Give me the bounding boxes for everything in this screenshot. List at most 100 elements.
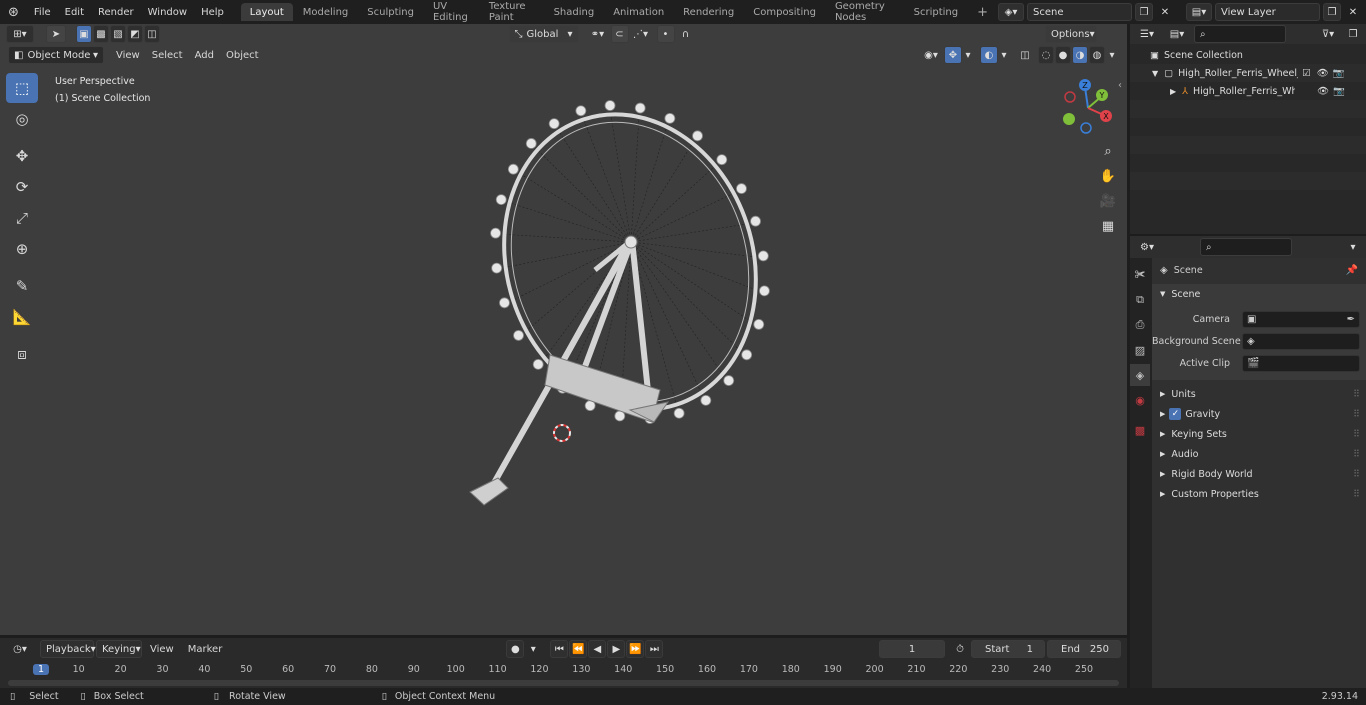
select-mode-icon[interactable]: ➤ bbox=[46, 25, 66, 43]
3d-cursor-icon[interactable] bbox=[550, 421, 574, 445]
timeline-scrollbar[interactable] bbox=[8, 680, 1119, 686]
next-keyframe-icon[interactable]: ⏩ bbox=[626, 640, 645, 658]
tab-compositing[interactable]: Compositing bbox=[744, 3, 825, 21]
new-collection-icon[interactable]: ❐ bbox=[1344, 25, 1362, 43]
menu-object[interactable]: Object bbox=[220, 46, 265, 64]
select-extend-icon[interactable]: ▩ bbox=[93, 25, 109, 43]
view-layer-field[interactable]: View Layer bbox=[1215, 3, 1320, 21]
select-subtract-icon[interactable]: ▧ bbox=[110, 25, 126, 43]
scene-panel-header[interactable]: ▼ Scene bbox=[1152, 284, 1366, 304]
tab-geometry-nodes[interactable]: Geometry Nodes bbox=[826, 1, 904, 23]
transform-tool-icon[interactable]: ⊕ bbox=[6, 234, 38, 264]
camera-icon[interactable]: 📷 bbox=[1333, 86, 1345, 97]
drag-handle-icon[interactable]: ⠿ bbox=[1353, 429, 1360, 440]
visibility-icon[interactable]: ◉▾ bbox=[918, 46, 944, 64]
output-tab-icon[interactable]: ⎙ bbox=[1130, 314, 1150, 336]
expand-arrow-icon[interactable]: ▶ bbox=[1170, 87, 1176, 96]
end-frame-field[interactable]: End 250 bbox=[1047, 640, 1121, 658]
menu-window[interactable]: Window bbox=[141, 0, 194, 24]
menu-render[interactable]: Render bbox=[91, 0, 141, 24]
add-cube-tool-icon[interactable]: ⧈ bbox=[6, 339, 38, 369]
tab-shading[interactable]: Shading bbox=[545, 3, 604, 21]
tab-rendering[interactable]: Rendering bbox=[674, 3, 743, 21]
editor-type-button[interactable]: ⊞▾ bbox=[6, 25, 34, 43]
new-view-layer-icon[interactable]: ❐ bbox=[1323, 3, 1341, 21]
outliner-item[interactable]: ▼ ▢ High_Roller_Ferris_Wheel_002 ☑ 👁 📷 bbox=[1130, 64, 1366, 82]
world-tab-icon[interactable]: ◉ bbox=[1130, 389, 1150, 411]
blender-logo-icon[interactable]: ⊛ bbox=[0, 0, 27, 24]
record-icon[interactable]: ● bbox=[506, 640, 525, 658]
menu-view[interactable]: View bbox=[110, 46, 146, 64]
new-scene-icon[interactable]: ❐ bbox=[1135, 3, 1153, 21]
record-options-icon[interactable]: ▾ bbox=[526, 640, 540, 658]
display-mode-button[interactable]: ▤▾ bbox=[1164, 25, 1190, 43]
delete-view-layer-icon[interactable]: ✕ bbox=[1344, 3, 1362, 21]
stopwatch-icon[interactable]: ⏱ bbox=[951, 640, 969, 658]
units-panel-header[interactable]: ▶ Units ⠿ bbox=[1152, 384, 1366, 404]
ortho-grid-icon[interactable]: ▦ bbox=[1097, 215, 1119, 237]
move-tool-icon[interactable]: ✥ bbox=[6, 141, 38, 171]
menu-help[interactable]: Help bbox=[194, 0, 231, 24]
options-dropdown[interactable]: Options ▾ bbox=[1045, 25, 1097, 43]
outliner-item[interactable]: ▶ ⅄ High_Roller_Ferris_Whee 👁 📷 bbox=[1130, 82, 1366, 100]
menu-select[interactable]: Select bbox=[146, 46, 189, 64]
tab-scripting[interactable]: Scripting bbox=[905, 3, 967, 21]
add-workspace-button[interactable]: + bbox=[968, 3, 997, 21]
start-frame-field[interactable]: Start 1 bbox=[971, 640, 1045, 658]
wireframe-shading-icon[interactable]: ◌ bbox=[1038, 46, 1054, 64]
transform-orientation-dropdown[interactable]: ⤡ Global ▾ bbox=[508, 25, 579, 43]
drag-handle-icon[interactable]: ⠿ bbox=[1353, 489, 1360, 500]
eyedropper-icon[interactable]: ✒ bbox=[1347, 314, 1355, 325]
texture-tab-icon[interactable]: ▩ bbox=[1130, 419, 1150, 441]
menu-file[interactable]: File bbox=[27, 0, 58, 24]
view-layer-tab-icon[interactable]: ▨ bbox=[1130, 339, 1150, 361]
annotate-tool-icon[interactable]: ✎ bbox=[6, 271, 38, 301]
menu-edit[interactable]: Edit bbox=[58, 0, 91, 24]
render-tab-icon[interactable]: ⧉ bbox=[1130, 289, 1150, 311]
timeline-view-menu[interactable]: View bbox=[144, 640, 180, 658]
pan-hand-icon[interactable]: ✋ bbox=[1097, 165, 1119, 187]
eye-icon[interactable]: 👁 bbox=[1317, 86, 1329, 97]
gravity-panel-header[interactable]: ▶ ✓ Gravity ⠿ bbox=[1152, 404, 1366, 424]
select-intersect-icon[interactable]: ◫ bbox=[144, 25, 160, 43]
ferris-wheel-model[interactable] bbox=[440, 80, 780, 520]
filter-icon[interactable]: ⊽▾ bbox=[1316, 25, 1340, 43]
tool-tab-icon[interactable]: ✀ bbox=[1130, 264, 1150, 286]
select-new-icon[interactable]: ▣ bbox=[76, 25, 92, 43]
camera-icon[interactable]: 📷 bbox=[1333, 68, 1345, 79]
menu-add[interactable]: Add bbox=[189, 46, 220, 64]
overlay-toggle-icon[interactable]: ◐ bbox=[980, 46, 998, 64]
keying-sets-panel-header[interactable]: ▶ Keying Sets ⠿ bbox=[1152, 424, 1366, 444]
pivot-point-icon[interactable]: ⚭▾ bbox=[585, 25, 611, 43]
camera-field[interactable]: ▣ ✒ bbox=[1242, 310, 1360, 328]
play-icon[interactable]: ▶ bbox=[607, 640, 626, 658]
drag-handle-icon[interactable]: ⠿ bbox=[1353, 469, 1360, 480]
shading-dropdown-icon[interactable]: ▾ bbox=[1105, 46, 1119, 64]
playback-menu[interactable]: Playback ▾ bbox=[40, 640, 96, 658]
tab-sculpting[interactable]: Sculpting bbox=[358, 3, 423, 21]
tab-uv-editing[interactable]: UV Editing bbox=[424, 1, 479, 23]
jump-end-icon[interactable]: ⏭ bbox=[645, 640, 664, 658]
delete-scene-icon[interactable]: ✕ bbox=[1156, 3, 1174, 21]
scene-name-field[interactable]: Scene bbox=[1027, 3, 1132, 21]
keying-menu[interactable]: Keying ▾ bbox=[96, 640, 142, 658]
outliner-search-input[interactable]: ⌕ bbox=[1194, 25, 1286, 43]
pin-icon[interactable]: 📌 bbox=[1346, 265, 1358, 276]
gravity-checkbox[interactable]: ✓ bbox=[1169, 408, 1182, 420]
current-frame-field[interactable]: 1 bbox=[879, 640, 945, 658]
frame-ruler[interactable]: 1 10 20 30 40 50 60 70 80 90 100 110 120 130 140 150 160… bbox=[0, 660, 1127, 680]
select-invert-icon[interactable]: ◩ bbox=[127, 25, 143, 43]
scene-selector-button[interactable]: ◈▾ bbox=[998, 3, 1024, 21]
tab-layout[interactable]: Layout bbox=[240, 3, 293, 21]
scene-tab-icon[interactable]: ◈ bbox=[1130, 364, 1150, 386]
camera-view-icon[interactable]: 🎥 bbox=[1097, 190, 1119, 212]
timeline-marker-menu[interactable]: Marker bbox=[182, 640, 229, 658]
play-reverse-icon[interactable]: ◀ bbox=[588, 640, 607, 658]
tab-modeling[interactable]: Modeling bbox=[294, 3, 358, 21]
drag-handle-icon[interactable]: ⠿ bbox=[1353, 449, 1360, 460]
xray-toggle-icon[interactable]: ◫ bbox=[1016, 46, 1034, 64]
tab-animation[interactable]: Animation bbox=[604, 3, 673, 21]
zoom-icon[interactable]: ⌕ bbox=[1097, 140, 1119, 162]
custom-properties-panel-header[interactable]: ▶ Custom Properties ⠿ bbox=[1152, 484, 1366, 504]
outliner-scene-collection[interactable]: ▣ Scene Collection bbox=[1130, 46, 1366, 64]
